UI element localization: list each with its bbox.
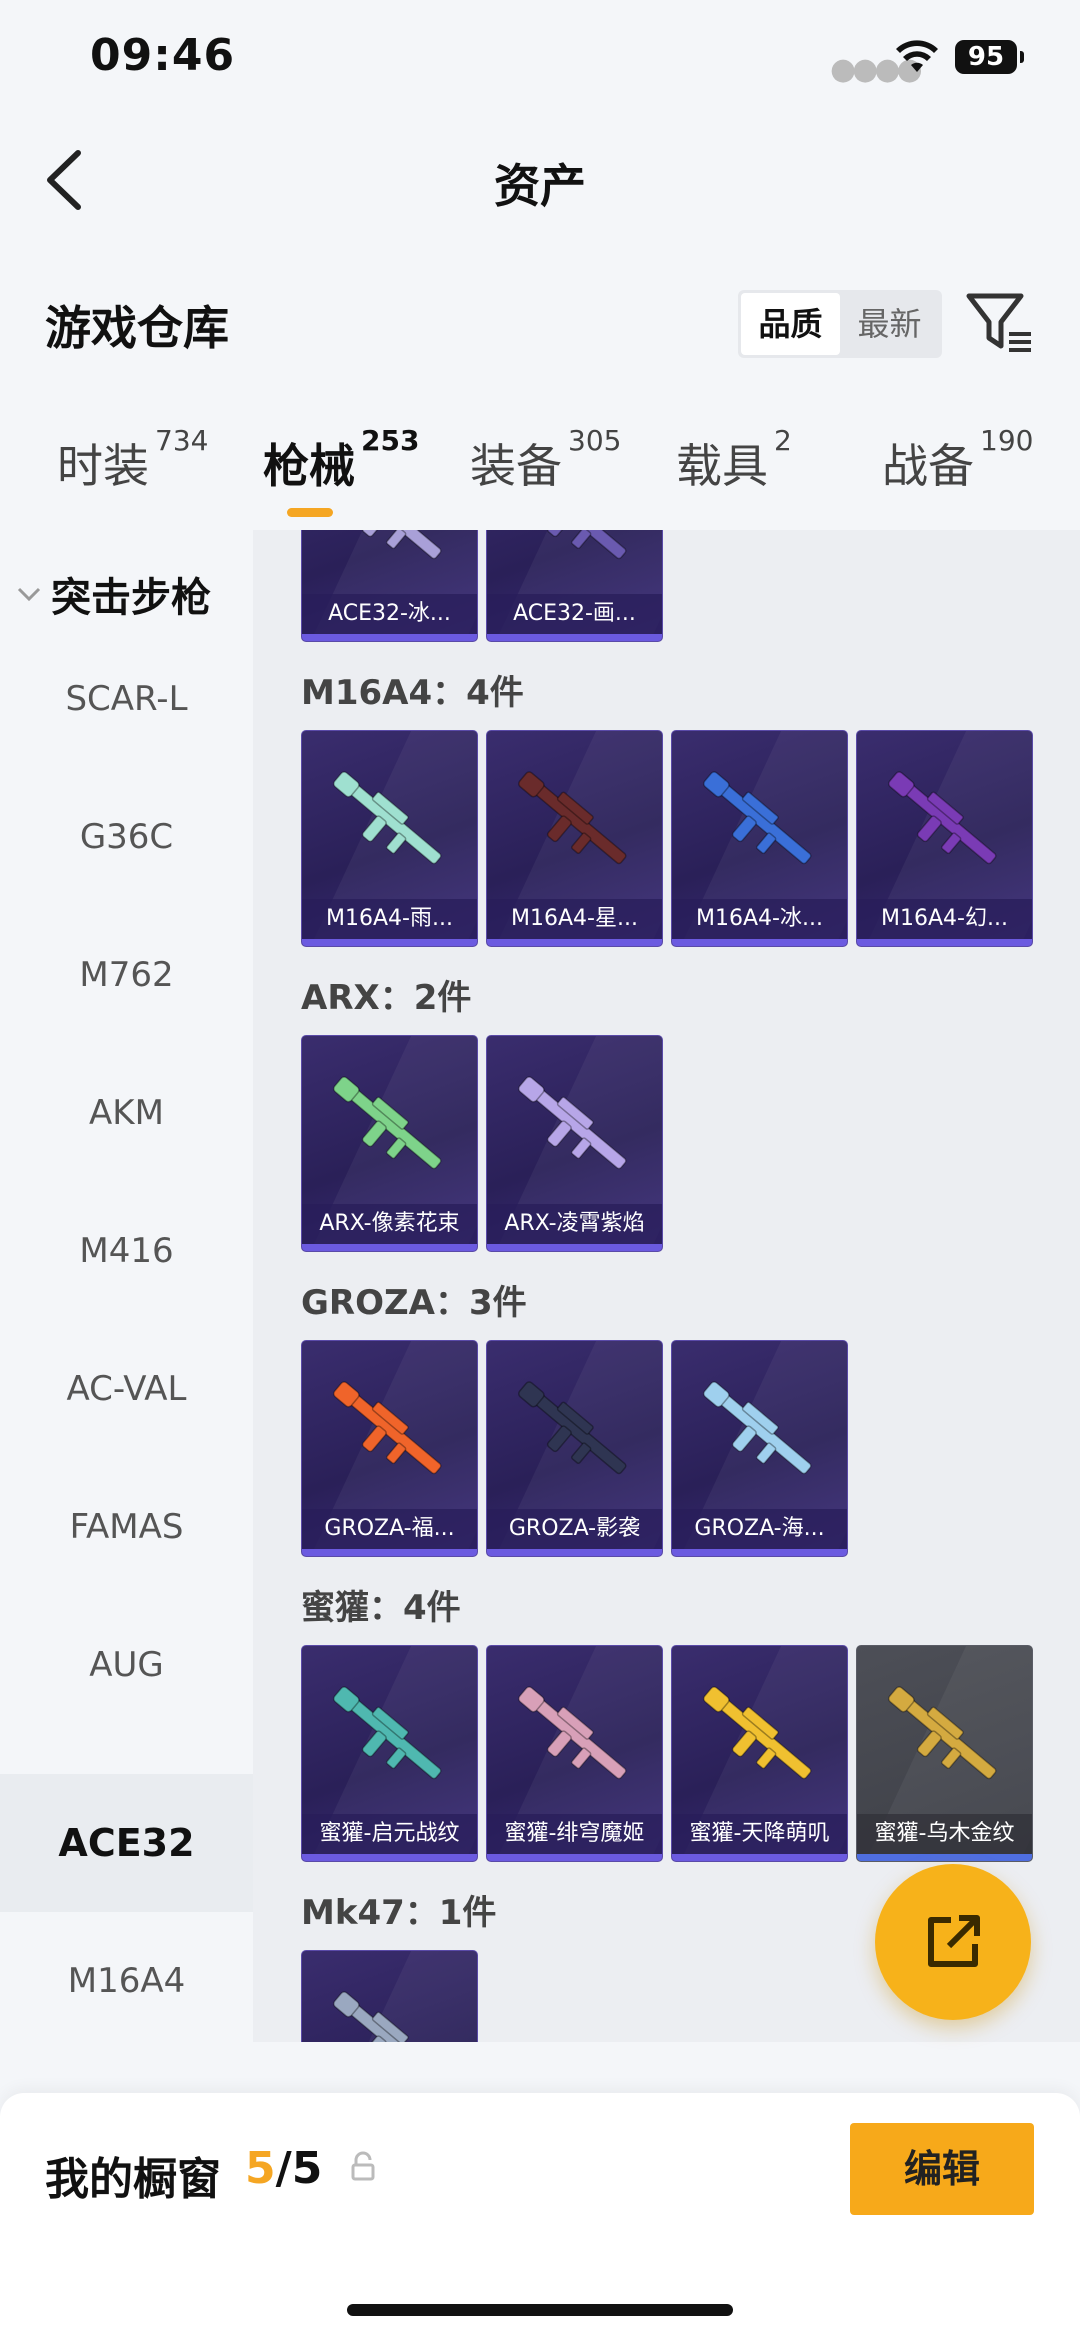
rifle-icon <box>333 1686 442 1780</box>
weapon-card[interactable] <box>301 1950 478 2042</box>
sort-toggle: 品质 最新 <box>738 290 942 358</box>
sidebar-item-ace32[interactable]: ACE32 <box>0 1774 253 1912</box>
external-link-icon <box>928 1915 980 1967</box>
rifle-icon <box>333 1381 442 1475</box>
chevron-down-icon <box>17 587 41 602</box>
rifle-icon <box>518 1076 627 1170</box>
wifi-icon <box>896 40 938 72</box>
tab-supplies[interactable]: 战备 190 <box>882 424 1033 496</box>
rifle-icon <box>888 771 997 865</box>
share-button[interactable] <box>875 1864 1031 2020</box>
group-label-groza: GROZA：3件 <box>301 1283 527 1323</box>
weapon-card[interactable]: 蜜獾-乌木金纹 <box>856 1645 1033 1862</box>
filter-icon[interactable] <box>965 290 1035 356</box>
sidebar-item-g36c[interactable]: G36C <box>0 768 253 906</box>
weapon-card[interactable]: 蜜獾-天降萌叽 <box>671 1645 848 1862</box>
showcase-label: 我的橱窗 <box>45 2154 221 2205</box>
sidebar-item-m16a4[interactable]: M16A4 <box>0 1912 253 2050</box>
weapon-card[interactable]: GROZA-海... <box>671 1340 848 1557</box>
rifle-icon <box>888 1686 997 1780</box>
sidebar-item-ac-val[interactable]: AC-VAL <box>0 1320 253 1458</box>
weapon-card[interactable]: 蜜獾-启元战纹 <box>301 1645 478 1862</box>
showcase-bar: 我的橱窗 5/5 编辑 <box>0 2093 1080 2339</box>
tab-vehicles[interactable]: 载具 2 <box>676 424 792 496</box>
weapon-sidebar: 突击步枪 SCAR-L G36C M762 AKM M416 AC-VAL FA… <box>0 530 253 2040</box>
rifle-icon <box>333 1076 442 1170</box>
weapon-card[interactable]: ACE32-冰... <box>301 530 478 642</box>
weapon-card[interactable]: GROZA-影袭 <box>486 1340 663 1557</box>
sidebar-item-aug[interactable]: AUG <box>0 1596 253 1734</box>
status-time: 09:46 <box>90 30 236 81</box>
weapon-card[interactable]: M16A4-雨... <box>301 730 478 947</box>
group-label-mk47: Mk47：1件 <box>301 1893 497 1933</box>
tab-fashion[interactable]: 时装 734 <box>57 424 208 496</box>
weapon-card[interactable]: ARX-像素花束 <box>301 1035 478 1252</box>
rifle-icon <box>703 1381 812 1475</box>
home-indicator <box>347 2304 733 2316</box>
category-tabs: 时装 734 枪械 253 装备 305 载具 2 战备 190 <box>0 424 1080 530</box>
group-label-honey-badger: 蜜獾：4件 <box>301 1588 461 1628</box>
rifle-icon <box>518 1686 627 1780</box>
sidebar-category[interactable]: 突击步枪 <box>15 565 211 623</box>
status-bar: 09:46 ●●●● 95 <box>0 0 1080 120</box>
tab-equipment[interactable]: 装备 305 <box>470 424 621 496</box>
tab-indicator <box>287 508 333 517</box>
group-label-arx: ARX：2件 <box>301 978 472 1018</box>
battery-icon: 95 <box>955 40 1024 74</box>
weapon-card[interactable]: GROZA-福... <box>301 1340 478 1557</box>
rifle-icon <box>333 1991 442 2042</box>
rifle-icon <box>518 771 627 865</box>
weapon-card[interactable]: M16A4-冰... <box>671 730 848 947</box>
lock-icon <box>351 2151 375 2181</box>
sidebar-item-famas[interactable]: FAMAS <box>0 1458 253 1596</box>
sidebar-item-scar-l[interactable]: SCAR-L <box>0 630 253 768</box>
tab-firearms[interactable]: 枪械 253 <box>263 424 419 496</box>
group-label-m16a4: M16A4：4件 <box>301 673 524 713</box>
rifle-icon <box>333 771 442 865</box>
sort-newest-option[interactable]: 最新 <box>840 293 939 355</box>
weapon-card[interactable]: M16A4-星... <box>486 730 663 947</box>
weapon-card[interactable]: ACE32-画... <box>486 530 663 642</box>
edit-button[interactable]: 编辑 <box>850 2123 1034 2215</box>
sidebar-item-m416[interactable]: M416 <box>0 1182 253 1320</box>
showcase-count: 5/5 <box>245 2143 323 2194</box>
weapon-card[interactable]: ARX-凌霄紫焰 <box>486 1035 663 1252</box>
page-title: 资产 <box>494 159 586 213</box>
sidebar-item-m762[interactable]: M762 <box>0 906 253 1044</box>
weapon-card[interactable]: 蜜獾-绯穹魔姬 <box>486 1645 663 1862</box>
rifle-icon <box>703 771 812 865</box>
sidebar-item-akm[interactable]: AKM <box>0 1044 253 1182</box>
rifle-icon <box>342 530 442 560</box>
weapon-grid: ACE32-冰... ACE32-画... M16A4：4件 M16A4-雨..… <box>253 530 1080 2042</box>
sort-quality-option[interactable]: 品质 <box>741 293 840 355</box>
warehouse-title: 游戏仓库 <box>45 301 229 355</box>
rifle-icon <box>518 1381 627 1475</box>
weapon-card[interactable]: M16A4-幻... <box>856 730 1033 947</box>
rifle-icon <box>527 530 627 560</box>
rifle-icon <box>703 1686 812 1780</box>
